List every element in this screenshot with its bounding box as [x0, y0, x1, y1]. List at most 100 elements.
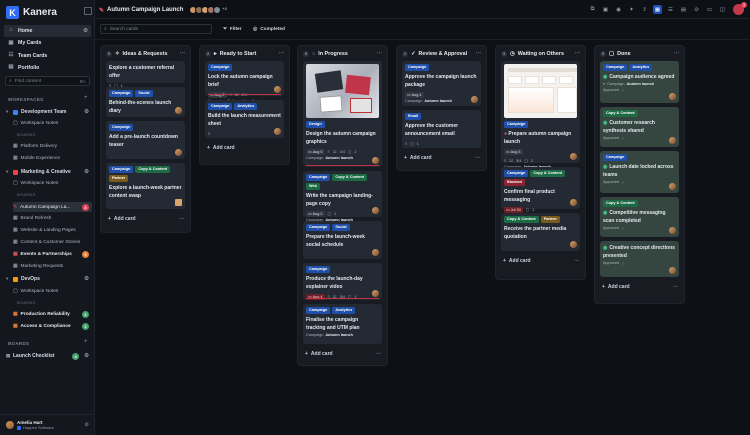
add-board-icon[interactable]: +: [84, 339, 88, 345]
more-icon[interactable]: ⋯: [674, 51, 679, 57]
more-icon[interactable]: ⋯: [575, 51, 580, 57]
card[interactable]: Copy & Content ◉ Competitive messaging sc…: [600, 197, 679, 237]
add-card-button[interactable]: + Add card ⋯: [397, 152, 486, 164]
more-icon[interactable]: ⋯: [180, 51, 185, 57]
card[interactable]: Copy & Content Partner Receive the partne…: [501, 213, 580, 251]
nav-item-portfolio[interactable]: ▤ Portfolio: [4, 62, 91, 74]
board-link-active[interactable]: ✎ Autumn Campaign La... 3: [13, 202, 92, 212]
card[interactable]: Campaign Approve the campaign launch pac…: [402, 61, 481, 106]
add-workspace-icon[interactable]: +: [84, 95, 88, 101]
card[interactable]: Copy & Content ◉ Customer research synthe…: [600, 107, 679, 147]
tag: Analytics: [629, 64, 653, 71]
card-meta: ▭ Jul 30 ◻ 1: [504, 206, 577, 213]
card[interactable]: Campaign ● Prepare autumn campaign launc…: [501, 61, 580, 169]
workspace-notes[interactable]: ▢ Workspace Notes: [13, 178, 92, 188]
board-link[interactable]: ▦ Events & Partnerships 5: [13, 249, 92, 259]
more-icon[interactable]: ⋯: [376, 351, 381, 357]
timeline-icon[interactable]: ⊘: [692, 5, 701, 14]
user-profile[interactable]: Amelia Hart Happen Software ⚙: [0, 414, 95, 435]
tag: Copy & Content: [603, 200, 638, 207]
card[interactable]: Campaign Analytics ◉ Campaign audience agr…: [600, 61, 679, 103]
list-view-icon[interactable]: ☰: [666, 5, 675, 14]
card[interactable]: Campaign Lock the autumn campaign brief …: [205, 61, 284, 103]
card[interactable]: Campaign Analytics Build the launch measu…: [205, 100, 284, 138]
inbox-icon[interactable]: ◫: [718, 5, 727, 14]
add-card-button[interactable]: + Add card ⋯: [101, 213, 190, 225]
workspace-devops[interactable]: ▾ DevOps ⚙: [6, 274, 92, 284]
sidebar-search-input[interactable]: ⌕ Find content ⌘K: [5, 76, 90, 86]
comment-count: 2: [530, 158, 534, 163]
board-view-icon[interactable]: ▦: [653, 5, 662, 14]
gear-icon[interactable]: ⚙: [84, 169, 89, 175]
add-card-button[interactable]: + Add card: [200, 142, 289, 154]
add-card-button[interactable]: + Add card ⋯: [595, 281, 684, 293]
copy-icon[interactable]: ⧉: [588, 5, 597, 14]
board-link[interactable]: ▦ Brand Refresh: [13, 213, 92, 223]
filter-button[interactable]: ⏷ Filter: [223, 24, 242, 34]
card[interactable]: Campaign Copy & Content Blocked Confirm fi…: [501, 167, 580, 213]
card[interactable]: Explore a customer referral offer ≡ ◻ 1: [106, 61, 185, 88]
board-link[interactable]: ▦ Marketing Requests: [13, 261, 92, 271]
workspace-notes[interactable]: ▢ Workspace Notes: [13, 286, 92, 296]
sidebar-toggle-icon[interactable]: [84, 7, 92, 15]
share-icon[interactable]: ⇪: [640, 5, 649, 14]
card[interactable]: Campaign Social Behind-the-scenes launch …: [106, 87, 185, 117]
workspace-name: Development Team: [21, 109, 67, 115]
board-link[interactable]: ▦ Content & Customer Stories: [13, 237, 92, 247]
gear-icon[interactable]: ⚙: [84, 276, 89, 282]
card[interactable]: Campaign Copy & Content Partner Explore a …: [106, 163, 185, 209]
card[interactable]: Campaign ◉ Launch date locked across team…: [600, 151, 679, 193]
more-icon[interactable]: ⋯: [279, 51, 284, 57]
nav-item-team-cards[interactable]: ☷ Team Cards: [4, 50, 91, 62]
card[interactable]: Campaign Analytics Finalise the campaign …: [303, 304, 382, 344]
check-circle-icon: ◉: [603, 74, 608, 80]
table-view-icon[interactable]: ▤: [679, 5, 688, 14]
more-icon[interactable]: ⋯: [377, 51, 382, 57]
board-title[interactable]: Autumn Campaign Launch: [107, 7, 183, 13]
archive-icon[interactable]: ▣: [601, 5, 610, 14]
app-logo[interactable]: K Kanera: [6, 6, 57, 19]
eye-icon[interactable]: ◉: [614, 5, 623, 14]
more-icon[interactable]: ⋯: [179, 216, 184, 222]
due-date: ▭ Jul 30: [504, 206, 523, 213]
card[interactable]: Campaign Add a pre-launch countdown teas…: [106, 121, 185, 159]
workspace-notes[interactable]: ▢ Workspace Notes: [13, 118, 92, 128]
gear-icon[interactable]: ⚙: [84, 353, 89, 359]
gear-icon[interactable]: ⚙: [84, 109, 89, 115]
card[interactable]: Campaign Social Prepare the launch-week s…: [303, 221, 382, 259]
settings-icon[interactable]: ⚙: [85, 422, 89, 428]
add-card-button[interactable]: + Add card ⋯: [496, 255, 585, 267]
card[interactable]: Email Approve the customer announcement …: [402, 110, 481, 148]
board-link[interactable]: ▦ Production Reliability 6: [13, 309, 92, 319]
card-meta: ▭ Aug 5: [504, 148, 577, 155]
more-icon[interactable]: ⋯: [574, 258, 579, 264]
board-link[interactable]: ▦ Mobile Experience: [13, 153, 92, 163]
workspace-marketing-creative[interactable]: ▾ Marketing & Creative ⚙: [6, 167, 92, 177]
notifications-avatar[interactable]: 3: [733, 2, 747, 15]
card[interactable]: ◉ Creative concept directions presented A…: [600, 241, 679, 277]
more-icon[interactable]: ⋯: [475, 155, 480, 161]
board-link[interactable]: ▦ Website & Landing Pages: [13, 225, 92, 235]
card[interactable]: Campaign Copy & Content Web Write the camp…: [303, 171, 382, 222]
gear-icon[interactable]: ⚙: [83, 28, 88, 34]
star-icon[interactable]: ✦: [627, 5, 636, 14]
column-header: 3 ◷ Waiting on Others ⋯: [496, 46, 585, 61]
card-tags: Campaign Copy & Content Blocked: [504, 170, 577, 186]
workspace-development-team[interactable]: ▾ Development Team ⚙: [6, 107, 92, 117]
card-search-input[interactable]: ⌕ Search cards: [100, 24, 212, 34]
member-avatars[interactable]: +2: [189, 6, 227, 14]
card[interactable]: Campaign Produce the launch-day explaine…: [303, 263, 382, 300]
nav-item-home[interactable]: ⌂ Home ⚙: [4, 25, 91, 38]
more-icon[interactable]: ⋯: [673, 284, 678, 290]
board-link[interactable]: ▦ Platform Delivery: [13, 141, 92, 151]
nav-item-my-cards[interactable]: ▣ My Cards: [4, 37, 91, 49]
approved-label: Approved: [603, 261, 620, 265]
completed-toggle[interactable]: ◎ Completed: [253, 24, 285, 34]
card-title: Add a pre-launch countdown teaser: [109, 134, 178, 148]
calendar-icon[interactable]: ▭: [705, 5, 714, 14]
board-link[interactable]: ▦ Access & Compliance 2: [13, 321, 92, 331]
card[interactable]: Design Design the autumn campaign graphi…: [303, 61, 382, 167]
add-card-button[interactable]: + Add card ⋯: [298, 348, 387, 360]
more-icon[interactable]: ⋯: [476, 51, 481, 57]
starred-board-launch-checklist[interactable]: ▤ Launch Checklist 4 ⚙: [6, 351, 92, 361]
